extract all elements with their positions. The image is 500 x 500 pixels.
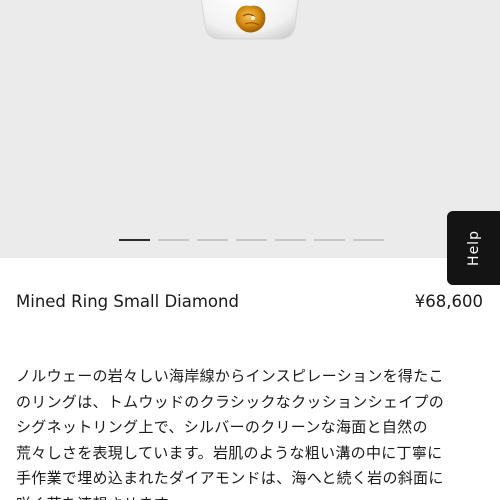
gallery-dot[interactable]	[236, 239, 267, 241]
gallery-dot[interactable]	[197, 239, 228, 241]
gallery-dot[interactable]	[119, 239, 150, 241]
gallery-dot[interactable]	[353, 239, 384, 241]
description-line: 手作業で埋め込まれたダイアモンドは、海へと続く岩の斜面に	[16, 469, 444, 487]
description-line: 荒々しさを表現しています。岩肌のような粗い溝の中に丁寧に	[16, 443, 443, 462]
description-line: のリングは、トムウッドのクラシックなクッションシェイプの	[16, 392, 445, 411]
gallery-dot[interactable]	[275, 239, 306, 241]
gallery-dot[interactable]	[314, 239, 345, 241]
product-name: Mined Ring Small Diamond	[16, 292, 239, 311]
help-button[interactable]: Help	[447, 211, 500, 285]
help-label: Help	[465, 230, 482, 266]
description-line: シグネットリング上で、シルバーのクリーンな海面と自然の	[16, 418, 428, 436]
gallery-pagination	[119, 239, 384, 243]
description-line: 咲く花を連想させます。	[16, 492, 486, 500]
ring-product-image	[201, 0, 299, 40]
gallery-dot[interactable]	[158, 239, 189, 241]
product-image-gallery[interactable]	[0, 0, 500, 258]
description-line: ノルウェーの岩々しい海岸線からインスピレーションを得たこ	[16, 367, 444, 385]
product-page: Help Mined Ring Small Diamond ¥68,600 ノル…	[0, 0, 500, 500]
product-price: ¥68,600	[414, 292, 483, 311]
product-description: ノルウェーの岩々しい海岸線からインスピレーションを得たこ のリングは、トムウッド…	[16, 364, 486, 500]
